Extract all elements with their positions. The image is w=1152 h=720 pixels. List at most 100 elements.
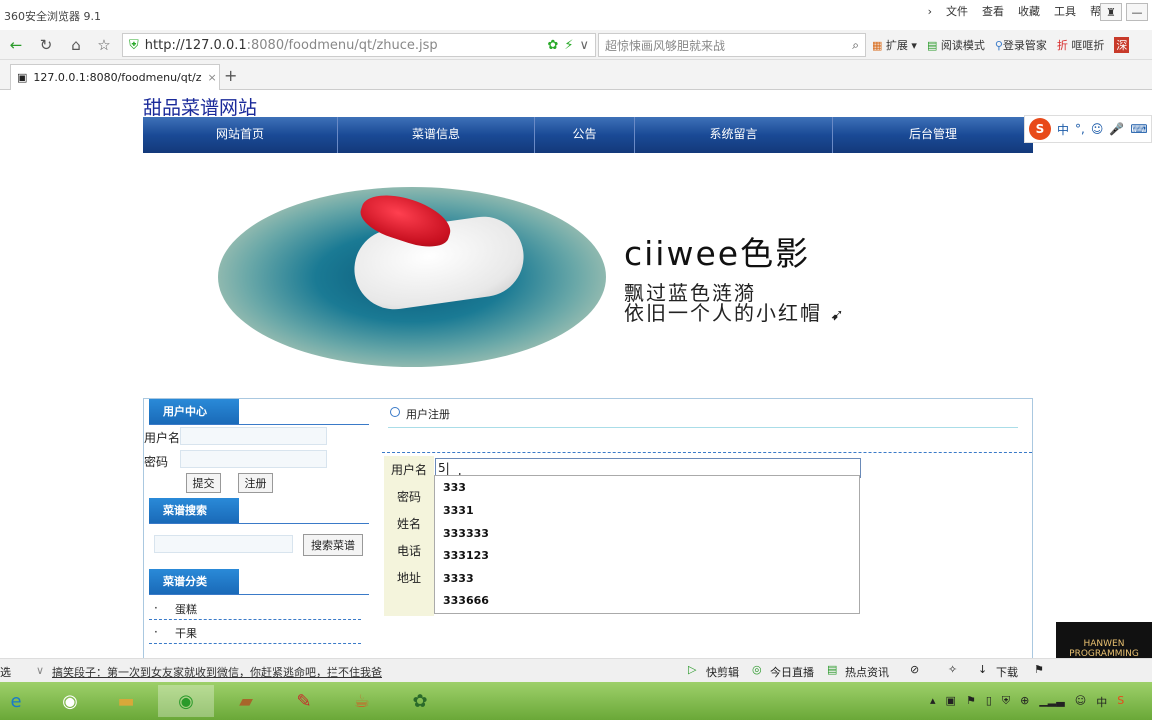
tray-plus-icon[interactable]: ⊕: [1020, 694, 1029, 710]
url-host: http://127.0.0.1: [144, 37, 247, 53]
java-icon[interactable]: ☕: [334, 685, 390, 717]
menu-view[interactable]: 查看: [982, 3, 1004, 19]
ie-icon[interactable]: e: [0, 685, 32, 717]
ime-lang[interactable]: 中: [1057, 121, 1069, 138]
home-icon[interactable]: ⌂: [66, 35, 86, 55]
category-item[interactable]: · 干果: [149, 623, 361, 644]
extension-tools: ▦ 扩展 ▾ ▤ 阅读模式 ⚲登录管家 折 哐哐折 深: [872, 37, 1130, 53]
menu-file[interactable]: 文件: [946, 3, 968, 19]
ime-mic-icon[interactable]: 🎤: [1109, 122, 1124, 136]
lightning-icon[interactable]: ⚡: [564, 38, 573, 53]
minimize-icon[interactable]: —: [1126, 3, 1148, 21]
form-divider: [382, 452, 1032, 453]
flag-icon[interactable]: ⚑: [1034, 663, 1044, 676]
tray-shield-icon[interactable]: ⛨: [1002, 694, 1010, 710]
nav-recipes[interactable]: 菜谱信息: [338, 117, 535, 153]
news-ticker-link[interactable]: 搞笑段子：第一次到女友家就收到微信，你赶紧逃命吧，拦不住我爸: [52, 664, 382, 680]
back-icon[interactable]: ←: [6, 35, 26, 55]
login-password-input[interactable]: [180, 450, 327, 468]
recipe-search-section: 菜谱搜索: [149, 498, 369, 524]
extensions-button[interactable]: ▦ 扩展 ▾: [872, 37, 917, 53]
autocomplete-option[interactable]: 3333: [443, 572, 474, 585]
nav-messages[interactable]: 系统留言: [635, 117, 833, 153]
menu-chevron-icon[interactable]: ›: [928, 5, 932, 18]
taskbar: e ◉ ▬ ◉ ▰ ✎ ☕ ✿ ▴ ▣ ⚑ ▯ ⛨ ⊕ ▁▂▃ ☺ 中 S: [0, 682, 1152, 720]
autocomplete-option[interactable]: 333333: [443, 527, 489, 540]
ime-punct-icon[interactable]: °,: [1075, 122, 1085, 136]
favorite-star-icon[interactable]: ☆: [94, 35, 114, 55]
category-item[interactable]: · 蛋糕: [149, 599, 361, 620]
menu-tools[interactable]: 工具: [1054, 3, 1076, 19]
gear-icon[interactable]: ✿: [547, 38, 558, 53]
recipe-search-title: 菜谱搜索: [149, 498, 239, 523]
menu-favorites[interactable]: 收藏: [1018, 3, 1040, 19]
page-icon: ▣: [17, 71, 28, 84]
tray-signal-icon[interactable]: ▁▂▃: [1039, 694, 1064, 710]
nav-admin[interactable]: 后台管理: [833, 117, 1033, 153]
status-live[interactable]: 今日直播: [770, 664, 814, 680]
nav-home[interactable]: 网站首页: [143, 117, 338, 153]
tray-up-icon[interactable]: ▴: [930, 694, 936, 710]
tray-flag-icon[interactable]: ⚑: [966, 694, 976, 710]
recipe-search-input[interactable]: [154, 535, 293, 553]
coupon-icon: 折: [1056, 39, 1068, 52]
avatar[interactable]: 深: [1114, 37, 1130, 53]
autocomplete-option[interactable]: 333666: [443, 594, 489, 607]
chevron-down-icon[interactable]: ∨: [36, 664, 44, 677]
refresh-icon[interactable]: ↻: [36, 35, 56, 55]
system-tray: ▴ ▣ ⚑ ▯ ⛨ ⊕ ▁▂▃ ☺ 中 S: [930, 694, 1124, 710]
tray-battery-icon[interactable]: ▯: [986, 694, 992, 710]
clip-icon: ▷: [688, 663, 697, 676]
address-bar[interactable]: ⛨ http://127.0.0.1:8080/foodmenu/qt/zhuc…: [122, 33, 596, 57]
nav-notice[interactable]: 公告: [535, 117, 635, 153]
form-phone-label: 电话: [397, 544, 422, 558]
secure-shield-icon: ⛨: [129, 37, 139, 53]
login-manager-button[interactable]: ⚲登录管家: [995, 37, 1047, 53]
categories-header: 菜谱分类: [149, 569, 369, 595]
pin-icon[interactable]: ✧: [948, 663, 957, 676]
ime-emoji-icon[interactable]: ☺: [1091, 122, 1104, 136]
folder-icon[interactable]: ▬: [98, 685, 154, 717]
grid-icon: ▦: [872, 39, 883, 52]
categories-section: 菜谱分类: [149, 569, 369, 595]
category-cake[interactable]: 蛋糕: [175, 601, 197, 617]
skin-icon[interactable]: ♜: [1100, 3, 1122, 21]
search-icon[interactable]: ⌕: [852, 38, 859, 53]
close-icon[interactable]: ×: [208, 71, 217, 84]
login-username-input[interactable]: [180, 427, 327, 445]
autocomplete-option[interactable]: 3331: [443, 504, 474, 517]
register-button[interactable]: 注册: [238, 473, 273, 493]
status-news[interactable]: 热点资讯: [845, 664, 889, 680]
search-input[interactable]: 超惊悚画风够胆就来战 ⌕: [598, 33, 866, 57]
tray-sogou-icon[interactable]: S: [1117, 694, 1124, 710]
notes-icon[interactable]: ✎: [276, 685, 332, 717]
chevron-down-icon[interactable]: ∨: [579, 38, 589, 53]
login-submit-button[interactable]: 提交: [186, 473, 221, 493]
download-icon: ↓: [978, 663, 988, 676]
autocomplete-option[interactable]: 333: [443, 481, 466, 494]
ime-keyboard-icon[interactable]: ⌨: [1130, 122, 1147, 136]
browser-360-icon[interactable]: ◉: [42, 685, 98, 717]
browser-active-icon[interactable]: ◉: [158, 685, 214, 717]
page-viewport: 甜品菜谱网站 网站首页 菜谱信息 公告 系统留言 后台管理 S 中 °, ☺ 🎤…: [0, 91, 1152, 658]
tray-ime-lang[interactable]: 中: [1096, 694, 1107, 710]
sogou-logo-icon[interactable]: S: [1029, 118, 1051, 140]
new-tab-icon[interactable]: +: [224, 66, 237, 85]
tray-network-icon[interactable]: ▣: [946, 694, 956, 710]
discount-button[interactable]: 折 哐哐折: [1057, 37, 1105, 53]
categories-title: 菜谱分类: [149, 569, 239, 594]
status-clip[interactable]: 快剪辑: [706, 664, 739, 680]
ime-toolbar: S 中 °, ☺ 🎤 ⌨: [1024, 115, 1152, 143]
recipe-search-button[interactable]: 搜索菜谱: [303, 534, 363, 556]
tab-active[interactable]: ▣ 127.0.0.1:8080/foodmenu/qt/z ×: [10, 64, 220, 90]
status-download[interactable]: 下载: [996, 664, 1018, 680]
speed-icon[interactable]: ⊘: [910, 663, 919, 676]
book-icon[interactable]: ▰: [218, 685, 274, 717]
user-center-section: 用户中心: [149, 399, 369, 425]
reading-mode-button[interactable]: ▤ 阅读模式: [927, 37, 985, 53]
category-nuts[interactable]: 干果: [175, 625, 197, 641]
paw-icon[interactable]: ✿: [392, 685, 448, 717]
username-value: 5: [438, 461, 446, 475]
autocomplete-option[interactable]: 333123: [443, 549, 489, 562]
tray-qq-icon[interactable]: ☺: [1075, 694, 1086, 710]
